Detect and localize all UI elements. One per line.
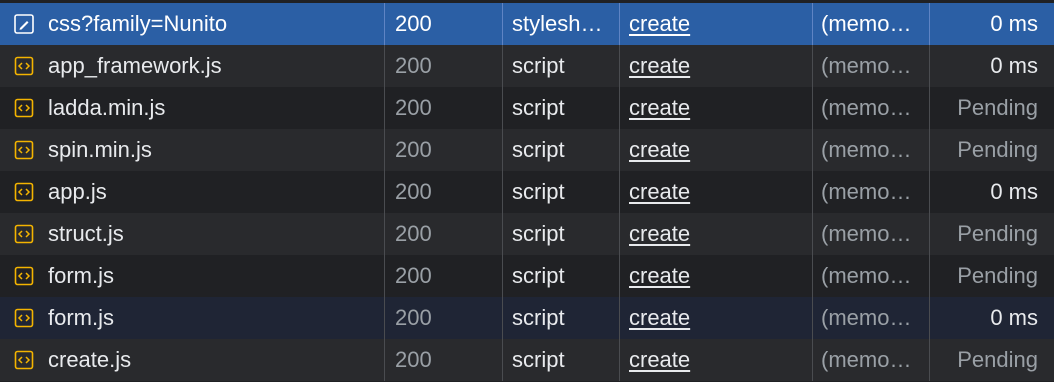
type-cell: script	[503, 297, 620, 339]
size-cell: (memo…	[813, 87, 930, 129]
time-cell: Pending	[957, 95, 1038, 120]
initiator-link[interactable]: create	[629, 263, 690, 288]
name-cell[interactable]: app_framework.js	[0, 45, 385, 87]
initiator-cell: create	[620, 213, 813, 255]
size-cell: (memo…	[813, 3, 930, 45]
request-name: css?family=Nunito	[48, 11, 228, 36]
initiator-cell: create	[620, 297, 813, 339]
initiator-cell: create	[620, 255, 813, 297]
network-request-table: css?family=Nunito 200 stylesh… create (m…	[0, 0, 1054, 382]
size-cell: (memo…	[813, 297, 930, 339]
name-cell[interactable]: form.js	[0, 255, 385, 297]
type-cell: script	[503, 213, 620, 255]
table-row[interactable]: form.js 200 script create (memo… Pending	[0, 255, 1054, 297]
script-icon	[14, 182, 34, 202]
script-icon	[14, 56, 34, 76]
stylesheet-icon	[14, 14, 34, 34]
type-cell: stylesh…	[503, 3, 620, 45]
type-cell: script	[503, 171, 620, 213]
script-icon	[14, 224, 34, 244]
script-icon	[14, 350, 34, 370]
status-cell: 200	[385, 297, 503, 339]
initiator-link[interactable]: create	[629, 347, 690, 372]
name-cell[interactable]: ladda.min.js	[0, 87, 385, 129]
request-name: form.js	[48, 263, 114, 288]
request-name: spin.min.js	[48, 137, 152, 162]
initiator-cell: create	[620, 45, 813, 87]
request-name: create.js	[48, 347, 132, 372]
initiator-link[interactable]: create	[629, 179, 690, 204]
initiator-link[interactable]: create	[629, 11, 690, 36]
request-name: app_framework.js	[48, 53, 222, 78]
type-cell: script	[503, 45, 620, 87]
initiator-link[interactable]: create	[629, 221, 690, 246]
status-cell: 200	[385, 255, 503, 297]
type-cell: script	[503, 339, 620, 381]
type-cell: script	[503, 255, 620, 297]
status-cell: 200	[385, 171, 503, 213]
name-cell[interactable]: struct.js	[0, 213, 385, 255]
size-cell: (memo…	[813, 171, 930, 213]
table-row[interactable]: app.js 200 script create (memo… 0 ms	[0, 171, 1054, 213]
size-cell: (memo…	[813, 213, 930, 255]
initiator-link[interactable]: create	[629, 137, 690, 162]
table-row[interactable]: form.js 200 script create (memo… 0 ms	[0, 297, 1054, 339]
time-cell: 0 ms	[990, 179, 1038, 204]
initiator-cell: create	[620, 87, 813, 129]
initiator-link[interactable]: create	[629, 305, 690, 330]
table-row[interactable]: ladda.min.js 200 script create (memo… Pe…	[0, 87, 1054, 129]
size-cell: (memo…	[813, 255, 930, 297]
request-name: ladda.min.js	[48, 95, 166, 120]
table-row[interactable]: app_framework.js 200 script create (memo…	[0, 45, 1054, 87]
time-cell: Pending	[957, 221, 1038, 246]
time-cell: Pending	[957, 263, 1038, 288]
script-icon	[14, 140, 34, 160]
status-cell: 200	[385, 3, 503, 45]
time-cell: Pending	[957, 347, 1038, 372]
size-cell: (memo…	[813, 339, 930, 381]
table-row[interactable]: create.js 200 script create (memo… Pendi…	[0, 339, 1054, 381]
status-cell: 200	[385, 129, 503, 171]
type-cell: script	[503, 87, 620, 129]
request-name: form.js	[48, 305, 114, 330]
status-cell: 200	[385, 45, 503, 87]
initiator-cell: create	[620, 3, 813, 45]
initiator-link[interactable]: create	[629, 95, 690, 120]
size-cell: (memo…	[813, 45, 930, 87]
time-cell: 0 ms	[990, 11, 1038, 36]
initiator-cell: create	[620, 339, 813, 381]
status-cell: 200	[385, 213, 503, 255]
time-cell: Pending	[957, 137, 1038, 162]
table-row[interactable]: struct.js 200 script create (memo… Pendi…	[0, 213, 1054, 255]
script-icon	[14, 98, 34, 118]
status-cell: 200	[385, 339, 503, 381]
name-cell[interactable]: css?family=Nunito	[0, 3, 385, 45]
request-name: struct.js	[48, 221, 124, 246]
request-name: app.js	[48, 179, 107, 204]
time-cell: 0 ms	[990, 305, 1038, 330]
initiator-link[interactable]: create	[629, 53, 690, 78]
name-cell[interactable]: spin.min.js	[0, 129, 385, 171]
size-cell: (memo…	[813, 129, 930, 171]
name-cell[interactable]: create.js	[0, 339, 385, 381]
initiator-cell: create	[620, 171, 813, 213]
type-cell: script	[503, 129, 620, 171]
script-icon	[14, 266, 34, 286]
initiator-cell: create	[620, 129, 813, 171]
time-cell: 0 ms	[990, 53, 1038, 78]
table-row[interactable]: css?family=Nunito 200 stylesh… create (m…	[0, 3, 1054, 45]
table-row[interactable]: spin.min.js 200 script create (memo… Pen…	[0, 129, 1054, 171]
name-cell[interactable]: form.js	[0, 297, 385, 339]
name-cell[interactable]: app.js	[0, 171, 385, 213]
script-icon	[14, 308, 34, 328]
status-cell: 200	[385, 87, 503, 129]
